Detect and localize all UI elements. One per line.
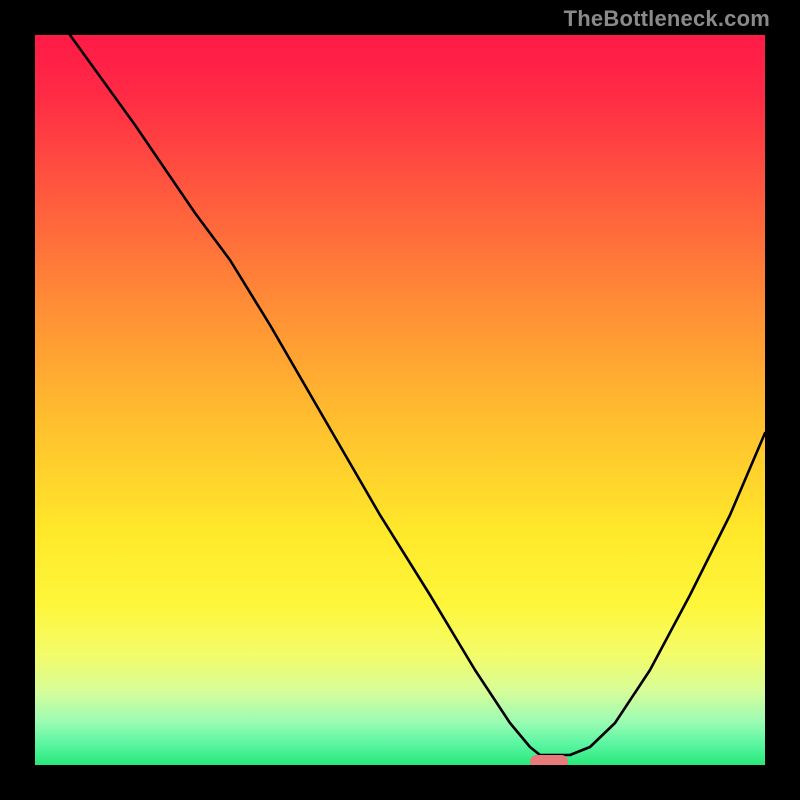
chart-frame: TheBottleneck.com xyxy=(0,0,800,800)
plot-area xyxy=(35,35,765,765)
optimal-marker xyxy=(530,755,568,765)
plot-background-gradient xyxy=(35,35,765,765)
watermark-text: TheBottleneck.com xyxy=(564,6,770,32)
